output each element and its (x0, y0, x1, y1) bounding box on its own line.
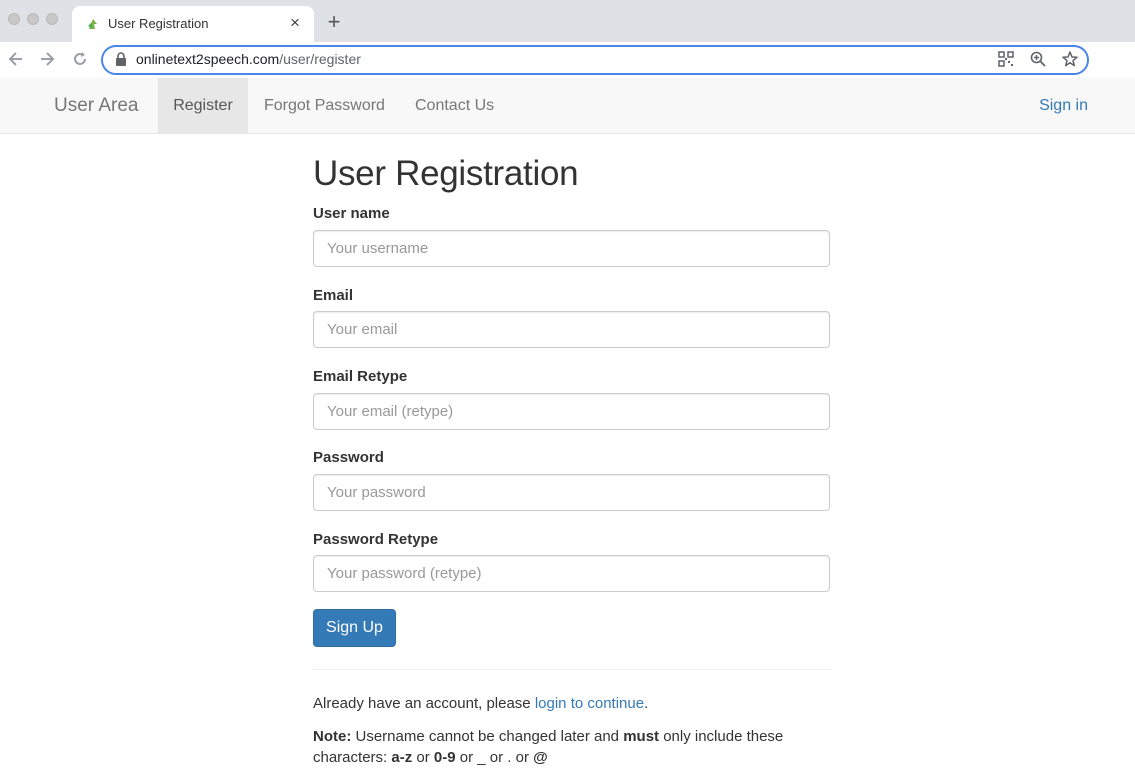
password-placeholder: Your password (327, 484, 426, 501)
sign-in-link[interactable]: Sign in (1039, 78, 1088, 133)
zoom-icon[interactable] (1029, 50, 1047, 68)
navbar-brand[interactable]: User Area (54, 95, 138, 117)
new-tab-button[interactable]: + (324, 11, 344, 33)
login-link[interactable]: login to continue (535, 695, 644, 712)
note-chars-az: a-z (391, 749, 413, 766)
browser-tab[interactable]: User Registration × (72, 6, 314, 42)
email-label: Email (313, 287, 354, 304)
back-arrow-icon[interactable] (6, 49, 26, 69)
note-text-1: Username cannot be changed later and (351, 728, 624, 745)
site-navbar: User Area Register Forgot Password Conta… (0, 78, 1135, 134)
window-close-dot[interactable] (8, 13, 20, 25)
lock-icon (116, 52, 126, 66)
note-chars-09: 0-9 (433, 749, 456, 766)
password-label: Password (313, 449, 384, 466)
window-zoom-dot[interactable] (46, 13, 58, 25)
password-retype-placeholder: Your password (retype) (327, 565, 482, 582)
note-or-1: or (412, 749, 434, 766)
nav-item-contact-us[interactable]: Contact Us (415, 78, 494, 133)
note-must: must (623, 728, 660, 745)
address-bar[interactable]: onlinetext2speech.com/user/register (101, 45, 1089, 75)
bookmark-star-icon[interactable] (1061, 50, 1079, 68)
nav-item-register[interactable]: Register (158, 78, 248, 133)
forward-arrow-icon[interactable] (37, 49, 57, 69)
tab-close-icon[interactable]: × (286, 14, 304, 32)
username-note: Note: Username cannot be changed later a… (313, 726, 830, 768)
email-placeholder: Your email (327, 321, 398, 338)
username-label: User name (313, 205, 390, 222)
url-path: /user/register (279, 51, 361, 67)
email-input[interactable]: Your email (313, 311, 830, 348)
password-retype-label: Password Retype (313, 531, 439, 548)
qr-code-icon[interactable] (997, 50, 1015, 68)
username-placeholder: Your username (327, 240, 429, 257)
email-retype-label: Email Retype (313, 368, 408, 385)
page-title: User Registration (313, 154, 579, 193)
sign-up-button[interactable]: Sign Up (313, 609, 396, 647)
url-domain: onlinetext2speech.com (136, 51, 280, 67)
login-prompt: Already have an account, please login to… (313, 693, 830, 714)
email-retype-placeholder: Your email (retype) (327, 403, 454, 420)
login-prompt-period: . (644, 695, 649, 712)
site-favicon-icon (88, 19, 97, 29)
browser-tab-strip: User Registration × + (0, 0, 1135, 42)
window-minimize-dot[interactable] (27, 13, 39, 25)
login-prompt-text: Already have an account, please (313, 695, 535, 712)
password-input[interactable]: Your password (313, 474, 830, 511)
url-text: onlinetext2speech.com/user/register (136, 51, 361, 67)
divider (313, 669, 830, 670)
email-retype-input[interactable]: Your email (retype) (313, 393, 830, 430)
tab-title: User Registration (108, 16, 209, 31)
browser-toolbar: onlinetext2speech.com/user/register (0, 42, 1135, 79)
note-chars-at: @ (533, 749, 548, 766)
note-label: Note: (313, 728, 352, 745)
username-input[interactable]: Your username (313, 230, 830, 267)
note-or-2: or _ or . or (455, 749, 534, 766)
password-retype-input[interactable]: Your password (retype) (313, 555, 830, 592)
reload-icon[interactable] (70, 49, 90, 69)
nav-item-forgot-password[interactable]: Forgot Password (264, 78, 385, 133)
